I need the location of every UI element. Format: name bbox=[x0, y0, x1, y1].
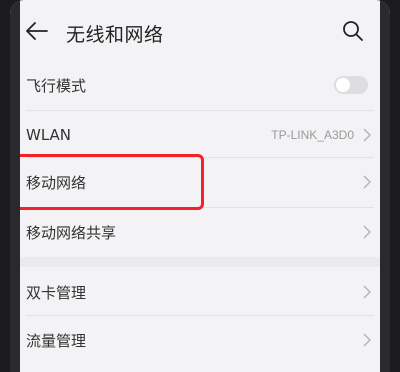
data-usage-row[interactable]: 流量管理 bbox=[10, 315, 390, 365]
back-arrow-icon bbox=[26, 22, 48, 40]
chevron-right-icon bbox=[362, 128, 372, 142]
chevron-right-icon bbox=[362, 285, 372, 299]
search-icon bbox=[343, 21, 363, 41]
tethering-label: 移动网络共享 bbox=[26, 223, 117, 242]
toggle-knob bbox=[336, 78, 350, 92]
wlan-network-name: TP-LINK_A3D0 bbox=[271, 128, 354, 142]
screen-edge bbox=[380, 0, 390, 372]
mobile-network-row[interactable]: 移动网络 bbox=[10, 157, 390, 207]
search-button[interactable] bbox=[340, 18, 366, 44]
back-button[interactable] bbox=[24, 18, 50, 44]
page-title: 无线和网络 bbox=[66, 24, 164, 46]
tethering-row[interactable]: 移动网络共享 bbox=[10, 207, 390, 257]
airplane-mode-row[interactable]: 飞行模式 bbox=[10, 60, 390, 110]
screen-edge bbox=[10, 0, 20, 372]
section-gap bbox=[10, 257, 390, 267]
settings-screen: 无线和网络 飞行模式 WLAN TP-LINK_A3D0 移动网络 移动网络共享 bbox=[10, 0, 390, 372]
chevron-right-icon bbox=[362, 333, 372, 347]
airplane-mode-label: 飞行模式 bbox=[26, 76, 87, 95]
app-bar: 无线和网络 bbox=[10, 0, 390, 62]
chevron-right-icon bbox=[362, 175, 372, 189]
dual-sim-label: 双卡管理 bbox=[26, 283, 87, 302]
mobile-network-label: 移动网络 bbox=[26, 173, 87, 192]
data-usage-label: 流量管理 bbox=[26, 331, 87, 350]
wlan-label: WLAN bbox=[26, 126, 72, 144]
airplane-mode-toggle[interactable] bbox=[334, 76, 368, 94]
dual-sim-row[interactable]: 双卡管理 bbox=[10, 267, 390, 317]
wlan-row[interactable]: WLAN TP-LINK_A3D0 bbox=[10, 110, 390, 160]
chevron-right-icon bbox=[362, 225, 372, 239]
